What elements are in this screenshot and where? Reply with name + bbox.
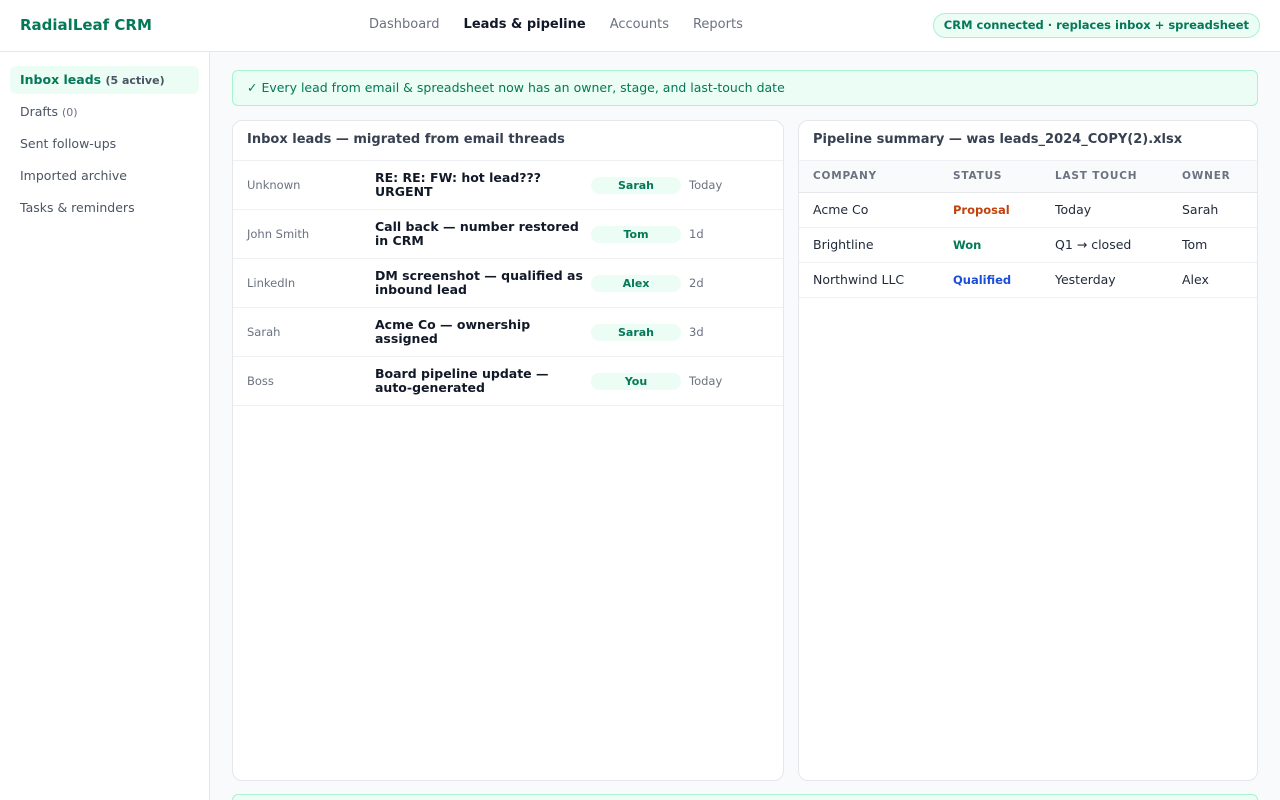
nav-dashboard[interactable]: Dashboard bbox=[369, 17, 440, 32]
lead-subject: Board pipeline update — auto-generated bbox=[375, 366, 549, 395]
status-cell: Proposal bbox=[953, 203, 1010, 217]
migration-success-banner: ✓ Every lead from email & spreadsheet no… bbox=[232, 70, 1258, 106]
owner-cell: Alex bbox=[1182, 272, 1209, 287]
column-header-company[interactable]: COMPANY bbox=[813, 161, 877, 192]
lead-date: 1d bbox=[689, 227, 704, 241]
top-bar: RadialLeaf CRM Dashboard Leads & pipelin… bbox=[0, 0, 1280, 52]
nav-reports[interactable]: Reports bbox=[693, 17, 743, 32]
lead-row[interactable]: John Smith Call back — number restored i… bbox=[233, 210, 783, 259]
sidebar-item-inbox-leads[interactable]: Inbox leads (5 active) bbox=[10, 66, 199, 94]
lead-sender: LinkedIn bbox=[247, 276, 296, 290]
column-header-status[interactable]: STATUS bbox=[953, 161, 1002, 192]
lead-subject: Call back — number restored in CRM bbox=[375, 219, 579, 248]
lead-sender: Sarah bbox=[247, 325, 281, 339]
crm-connection-badge: CRM connected · replaces inbox + spreads… bbox=[932, 13, 1260, 38]
owner-badge: Alex bbox=[591, 275, 681, 292]
main-nav: Dashboard Leads & pipeline Accounts Repo… bbox=[369, 17, 743, 32]
sidebar-item-drafts[interactable]: Drafts (0) bbox=[10, 98, 199, 126]
sidebar-item-label: Inbox leads bbox=[20, 72, 102, 87]
owner-cell: Tom bbox=[1182, 237, 1208, 252]
lead-row[interactable]: Sarah Acme Co — ownership assigned Sarah… bbox=[233, 308, 783, 357]
lead-date: Today bbox=[689, 178, 723, 192]
inbox-lead-list: Unknown RE: RE: FW: hot lead??? URGENT S… bbox=[233, 161, 783, 406]
pipeline-summary-panel: Pipeline summary — was leads_2024_COPY(2… bbox=[798, 120, 1258, 781]
lead-date: Today bbox=[689, 374, 723, 388]
lead-date: 3d bbox=[689, 325, 704, 339]
table-header: COMPANY STATUS LAST TOUCH OWNER bbox=[799, 161, 1257, 193]
owner-cell: Sarah bbox=[1182, 202, 1219, 217]
last-touch-cell: Yesterday bbox=[1055, 272, 1116, 287]
sidebar-item-imported-archive[interactable]: Imported archive bbox=[10, 162, 199, 190]
inbox-panel-title: Inbox leads — migrated from email thread… bbox=[233, 121, 783, 161]
sidebar-item-label: Imported archive bbox=[20, 168, 127, 183]
lead-row[interactable]: Unknown RE: RE: FW: hot lead??? URGENT S… bbox=[233, 161, 783, 210]
lead-row[interactable]: Boss Board pipeline update — auto-genera… bbox=[233, 357, 783, 406]
company-cell: Acme Co bbox=[813, 202, 869, 217]
lead-row[interactable]: LinkedIn DM screenshot — qualified as in… bbox=[233, 259, 783, 308]
lead-subject: RE: RE: FW: hot lead??? URGENT bbox=[375, 170, 542, 199]
sidebar-item-label: Tasks & reminders bbox=[20, 200, 135, 215]
table-row[interactable]: Brightline Won Q1 → closed Tom bbox=[799, 228, 1257, 263]
lead-sender: John Smith bbox=[247, 227, 310, 241]
lead-date: 2d bbox=[689, 276, 704, 290]
app-logo[interactable]: RadialLeaf CRM bbox=[20, 16, 152, 34]
sidebar: Inbox leads (5 active) Drafts (0) Sent f… bbox=[0, 52, 210, 800]
owner-badge: You bbox=[591, 373, 681, 390]
pipeline-panel-title: Pipeline summary — was leads_2024_COPY(2… bbox=[799, 121, 1257, 161]
sidebar-item-tasks-reminders[interactable]: Tasks & reminders bbox=[10, 194, 199, 222]
owner-badge: Sarah bbox=[591, 324, 681, 341]
nav-accounts[interactable]: Accounts bbox=[610, 17, 669, 32]
bottom-banner bbox=[232, 794, 1258, 800]
sidebar-item-count: (0) bbox=[62, 106, 78, 119]
status-cell: Won bbox=[953, 238, 982, 252]
owner-badge: Tom bbox=[591, 226, 681, 243]
column-header-owner[interactable]: OWNER bbox=[1182, 161, 1231, 192]
lead-subject: Acme Co — ownership assigned bbox=[375, 317, 531, 346]
sidebar-item-label: Drafts bbox=[20, 104, 59, 119]
table-row[interactable]: Acme Co Proposal Today Sarah bbox=[799, 193, 1257, 228]
inbox-leads-panel: Inbox leads — migrated from email thread… bbox=[232, 120, 784, 781]
sidebar-item-label: Sent follow-ups bbox=[20, 136, 117, 151]
status-cell: Qualified bbox=[953, 273, 1012, 287]
company-cell: Brightline bbox=[813, 237, 874, 252]
lead-subject: DM screenshot — qualified as inbound lea… bbox=[375, 268, 583, 297]
last-touch-cell: Today bbox=[1055, 202, 1092, 217]
owner-badge: Sarah bbox=[591, 177, 681, 194]
lead-sender: Unknown bbox=[247, 178, 301, 192]
column-header-last-touch[interactable]: LAST TOUCH bbox=[1055, 161, 1137, 192]
table-row[interactable]: Northwind LLC Qualified Yesterday Alex bbox=[799, 263, 1257, 298]
sidebar-item-count: (5 active) bbox=[105, 74, 165, 87]
last-touch-cell: Q1 → closed bbox=[1055, 237, 1132, 252]
nav-leads-pipeline[interactable]: Leads & pipeline bbox=[464, 17, 586, 32]
lead-sender: Boss bbox=[247, 374, 274, 388]
sidebar-item-sent-follow-ups[interactable]: Sent follow-ups bbox=[10, 130, 199, 158]
company-cell: Northwind LLC bbox=[813, 272, 905, 287]
